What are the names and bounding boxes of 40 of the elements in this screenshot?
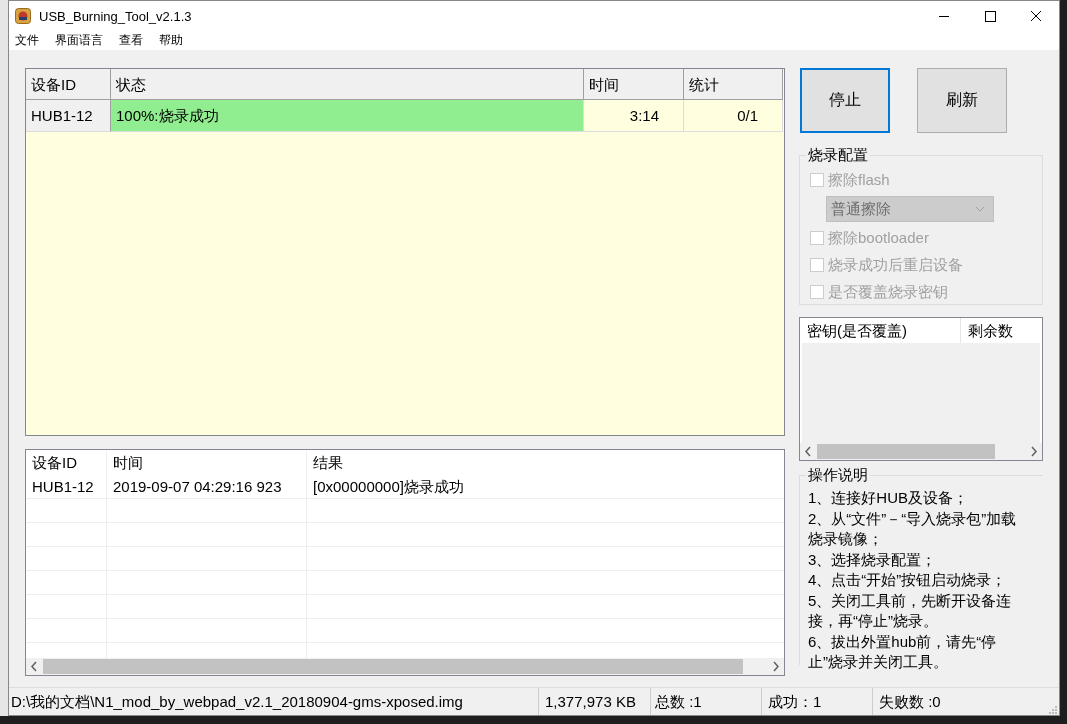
table-cell: 2019-09-07 04:29:16 923 xyxy=(107,475,307,498)
table-cell: 3:14 xyxy=(584,100,684,132)
resize-grip-icon[interactable] xyxy=(1047,703,1057,714)
status-text: 总数 :1 xyxy=(651,688,762,715)
app-icon xyxy=(15,8,31,24)
menu-item[interactable]: 界面语言 xyxy=(54,32,104,49)
column-header[interactable]: 统计 xyxy=(684,69,783,100)
instruction-text: 5、关闭工具前，先断开设备连接，再“停止”烧录。 xyxy=(808,590,1013,631)
instruction-text: 1、连接好HUB及设备； xyxy=(808,488,969,508)
instruction-text: 6、拔出外置hub前，请先“停止”烧录并关闭工具。 xyxy=(808,631,998,672)
group-title: 操作说明 xyxy=(806,466,870,485)
table-cell: 0/1 xyxy=(684,100,783,132)
scrollbar-thumb[interactable] xyxy=(817,444,995,459)
menu-item[interactable]: 文件 xyxy=(14,32,40,49)
action-button[interactable]: 停止 xyxy=(800,68,890,133)
table-cell-text: [0x00000000]烧录成功 xyxy=(312,477,465,497)
group-title: 烧录配置 xyxy=(806,146,870,165)
menu-item[interactable]: 帮助 xyxy=(158,32,184,49)
column-header[interactable]: 时间 xyxy=(584,69,684,100)
window-title: USB_Burning_Tool_v2.1.3 xyxy=(39,8,192,24)
table-cell: HUB1-12 xyxy=(26,475,107,498)
instruction-text: 4、点击“开始”按钮启动烧录； xyxy=(808,570,1008,590)
menu-item[interactable]: 查看 xyxy=(118,32,144,49)
column-header[interactable]: 状态 xyxy=(111,69,584,100)
action-button[interactable]: 刷新 xyxy=(917,68,1007,133)
column-header[interactable]: 设备ID xyxy=(26,450,107,475)
column-header[interactable]: 设备ID xyxy=(26,69,111,100)
progress-cell: 100%:烧录成功 xyxy=(111,100,584,132)
column-header[interactable]: 时间 xyxy=(107,450,307,475)
scrollbar-thumb[interactable] xyxy=(43,659,743,674)
column-header[interactable]: 结果 xyxy=(307,450,784,475)
status-text: 失败数 :0 xyxy=(878,692,942,712)
status-text: D:\我的文档\N1_mod_by_webpad_v2.1_20180904-gms-xposed.img xyxy=(9,688,539,715)
instruction-text: 2、从“文件”－“导入烧录包”加载烧录镜像； xyxy=(808,508,1018,549)
status-text: 1,377,973 KB xyxy=(539,688,651,715)
column-header[interactable]: 剩余数 xyxy=(961,318,1042,343)
status-text: 成功：1 xyxy=(762,688,873,715)
instruction-text: 3、选择烧录配置； xyxy=(808,549,938,570)
table-cell: HUB1-12 xyxy=(26,100,111,132)
chevron-down-icon xyxy=(975,206,985,212)
